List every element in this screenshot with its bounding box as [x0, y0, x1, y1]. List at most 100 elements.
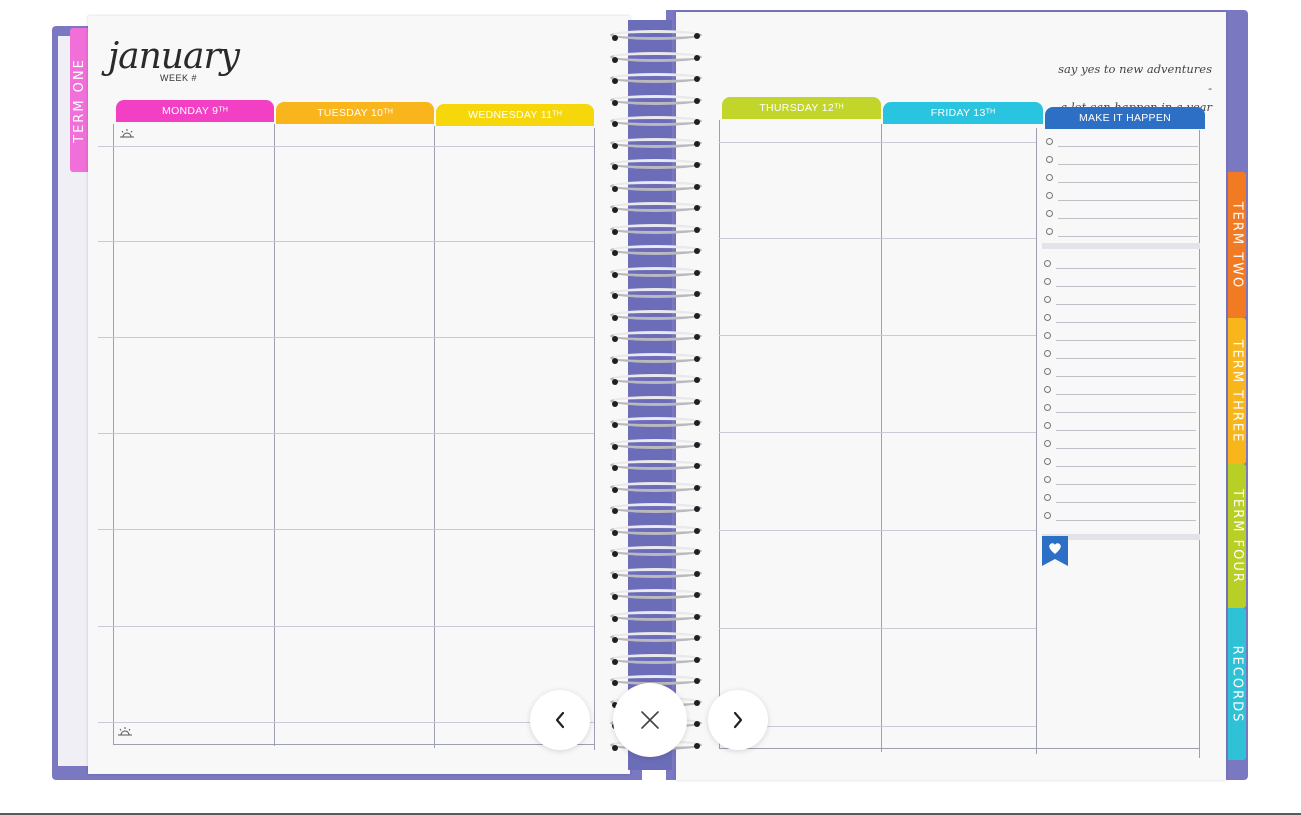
chevron-left-icon [555, 711, 565, 729]
binding-hole [612, 358, 618, 364]
binding-hole [694, 528, 700, 534]
binding-hole [694, 700, 700, 706]
binding-hole [612, 57, 618, 63]
spiral-coil [610, 396, 702, 406]
binding-hole [694, 743, 700, 749]
spiral-coil [610, 439, 702, 449]
list-item [1044, 436, 1199, 453]
binding-hole [612, 508, 618, 514]
spiral-coil [610, 374, 702, 384]
spiral-coil [610, 95, 702, 105]
binding-hole [694, 549, 700, 555]
binding-hole [694, 227, 700, 233]
binding-hole [612, 379, 618, 385]
binding-hole [694, 248, 700, 254]
next-button[interactable] [708, 690, 768, 750]
list-item [1044, 508, 1199, 525]
binding-hole [694, 571, 700, 577]
list-item [1044, 256, 1199, 273]
list-item [1044, 418, 1199, 435]
binding-hole [694, 98, 700, 104]
spiral-coil [610, 460, 702, 470]
binding-hole [612, 293, 618, 299]
binding-hole [694, 721, 700, 727]
tab-term-three: TERM THREE [1228, 318, 1246, 464]
spiral-coil [610, 138, 702, 148]
binding-hole [694, 399, 700, 405]
binding-hole [694, 313, 700, 319]
spiral-coil [610, 546, 702, 556]
make-it-happen-header: MAKE IT HAPPEN [1045, 107, 1205, 129]
list-item [1044, 472, 1199, 489]
previous-button[interactable] [530, 690, 590, 750]
binding-hole [694, 506, 700, 512]
spiral-coil [610, 181, 702, 191]
binding-hole [612, 680, 618, 686]
binding-hole [612, 100, 618, 106]
sunrise-icon [120, 129, 134, 138]
binding-hole [694, 463, 700, 469]
spiral-coil [610, 654, 702, 664]
binding-hole [612, 594, 618, 600]
binding-hole [612, 78, 618, 84]
section-divider [1042, 243, 1200, 249]
list-item [1044, 292, 1199, 309]
binding-hole [694, 291, 700, 297]
spiral-coil [610, 611, 702, 621]
day-header-tuesday: TUESDAY 10ᵀᴴ [276, 102, 434, 124]
close-button[interactable] [613, 683, 687, 757]
spiral-coil [610, 482, 702, 492]
list-item [1046, 206, 1201, 223]
binding-hole [612, 659, 618, 665]
list-item [1044, 454, 1199, 471]
binding-hole [612, 272, 618, 278]
left-page [88, 16, 630, 774]
spiral-coil [610, 288, 702, 298]
binding-hole [694, 356, 700, 362]
quote-line-1: say yes to new adventures - [1058, 62, 1212, 95]
list-item [1046, 170, 1201, 187]
list-item [1044, 382, 1199, 399]
spiral-coil [610, 202, 702, 212]
day-header-wednesday: WEDNESDAY 11ᵀᴴ [436, 104, 594, 126]
binding-hole [694, 76, 700, 82]
binding-hole [694, 119, 700, 125]
spiral-coil [610, 30, 702, 40]
sunset-icon [118, 727, 132, 736]
list-item [1044, 400, 1199, 417]
tab-term-one-label: TERM ONE [71, 57, 87, 143]
spiral-coil [610, 503, 702, 513]
list-item [1044, 364, 1199, 381]
binding-hole [612, 229, 618, 235]
spiral-coil [610, 331, 702, 341]
spiral-coil [610, 417, 702, 427]
binding-hole [694, 33, 700, 39]
spiral-coil [610, 632, 702, 642]
tab-term-three-label: TERM THREE [1229, 339, 1245, 443]
binding-hole [612, 143, 618, 149]
binding-hole [612, 573, 618, 579]
day-header-friday: FRIDAY 13ᵀᴴ [883, 102, 1043, 124]
binding-hole [612, 487, 618, 493]
binding-hole [694, 442, 700, 448]
binding-hole [612, 164, 618, 170]
spiral-coil [610, 525, 702, 535]
spiral-coil [610, 52, 702, 62]
binding-hole [612, 551, 618, 557]
binding-hole [694, 270, 700, 276]
spiral-coil [610, 568, 702, 578]
list-item [1044, 274, 1199, 291]
binding-hole [694, 635, 700, 641]
week-label: WEEK # [160, 73, 198, 83]
binding-hole [612, 186, 618, 192]
binding-hole [694, 141, 700, 147]
binding-hole [612, 422, 618, 428]
binding-hole [694, 55, 700, 61]
list-item [1046, 224, 1201, 241]
spiral-coil [610, 589, 702, 599]
list-item [1044, 490, 1199, 507]
tab-term-two: TERM TWO [1228, 172, 1246, 318]
day-header-monday: MONDAY 9ᵀᴴ [116, 100, 274, 122]
tab-term-four-label: TERM FOUR [1229, 488, 1245, 584]
tab-records: RECORDS [1228, 608, 1246, 760]
